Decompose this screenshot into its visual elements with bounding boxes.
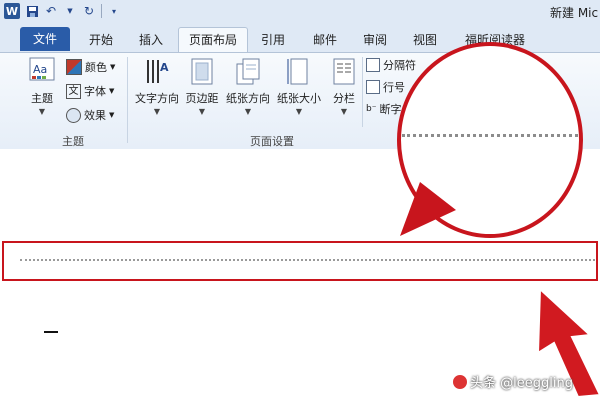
page-size-icon	[286, 57, 312, 87]
save-icon[interactable]	[25, 4, 39, 18]
header-dotted-line[interactable]	[20, 259, 595, 261]
themes-icon: Aa	[29, 57, 55, 87]
fonts-button[interactable]: 文 字体 ▼	[66, 83, 114, 99]
text-cursor	[44, 331, 58, 333]
svg-text:A: A	[160, 61, 169, 74]
tab-home[interactable]: 开始	[84, 29, 118, 51]
font-icon: 文	[66, 83, 81, 99]
group-divider	[362, 57, 363, 127]
effects-label: 效果	[84, 109, 106, 122]
page-break-icon	[366, 58, 380, 72]
line-numbers-button[interactable]: 行号	[366, 79, 405, 95]
breaks-button[interactable]: 分隔符	[366, 57, 416, 73]
fonts-label: 字体	[84, 85, 106, 98]
chevron-down-icon: ▼	[38, 107, 46, 116]
tab-review[interactable]: 审阅	[358, 29, 392, 51]
tab-references[interactable]: 引用	[256, 29, 290, 51]
quick-access-toolbar: W ↶ ▼ ↻ ▾	[4, 3, 121, 19]
watermark-text: 头条 @leeggling	[470, 376, 573, 391]
chevron-down-icon[interactable]: ▼	[63, 4, 77, 18]
header-highlight-box	[2, 241, 598, 281]
hyphenation-label: 断字	[379, 103, 402, 116]
watermark-logo-icon	[452, 374, 468, 390]
margins-button[interactable]: 页边距 ▼	[182, 57, 222, 116]
chevron-down-icon: ▼	[109, 87, 115, 95]
themes-button[interactable]: Aa 主题 ▼	[22, 57, 62, 116]
chevron-down-icon: ▼	[295, 107, 303, 116]
margins-label: 页边距	[185, 92, 219, 105]
title-bar: W ↶ ▼ ↻ ▾ 新建 Mic	[0, 0, 600, 25]
columns-label: 分栏	[333, 92, 355, 105]
orientation-button[interactable]: 纸张方向 ▼	[223, 57, 273, 116]
color-palette-icon	[66, 59, 82, 75]
page-size-button[interactable]: 纸张大小 ▼	[274, 57, 324, 116]
chevron-down-icon: ▼	[340, 107, 348, 116]
window-title: 新建 Mic	[550, 6, 599, 20]
text-direction-label: 文字方向	[135, 92, 179, 105]
magnified-dotted-line	[402, 134, 578, 137]
tab-page-layout[interactable]: 页面布局	[178, 27, 248, 53]
colors-label: 颜色	[85, 61, 107, 74]
breaks-label: 分隔符	[383, 59, 416, 72]
group-divider	[127, 57, 128, 143]
group-label-themes: 主题	[62, 135, 84, 148]
chevron-down-icon: ▼	[198, 107, 206, 116]
svg-text:Aa: Aa	[33, 63, 47, 76]
page-size-label: 纸张大小	[277, 92, 321, 105]
line-numbers-label: 行号	[383, 81, 405, 94]
effects-icon	[66, 107, 81, 123]
hyphenation-button[interactable]: b⁻ 断字	[366, 101, 401, 117]
chevron-down-icon: ▼	[153, 107, 161, 116]
callout-pointer-icon	[400, 182, 456, 236]
margins-icon	[189, 57, 215, 87]
chevron-down-icon: ▼	[244, 107, 252, 116]
orientation-icon	[235, 57, 261, 87]
orientation-label: 纸张方向	[226, 92, 270, 105]
text-direction-icon: A	[144, 57, 170, 87]
tab-file[interactable]: 文件	[20, 27, 70, 51]
tab-mailings[interactable]: 邮件	[308, 29, 342, 51]
chevron-down-icon: ▼	[110, 63, 116, 71]
effects-button[interactable]: 效果 ▼	[66, 107, 114, 123]
word-app-icon[interactable]: W	[4, 3, 20, 19]
undo-icon[interactable]: ↶	[44, 4, 58, 18]
tab-view[interactable]: 视图	[408, 29, 442, 51]
tab-insert[interactable]: 插入	[134, 29, 168, 51]
group-label-page-setup: 页面设置	[250, 135, 294, 148]
columns-button[interactable]: 分栏 ▼	[328, 57, 360, 116]
customize-toolbar-icon[interactable]: ▾	[107, 4, 121, 18]
themes-label: 主题	[31, 92, 53, 105]
redo-icon[interactable]: ↻	[82, 4, 96, 18]
columns-icon	[331, 57, 357, 87]
line-numbers-icon	[366, 80, 380, 94]
chevron-down-icon: ▼	[109, 111, 115, 119]
colors-button[interactable]: 颜色 ▼	[66, 59, 115, 75]
text-direction-button[interactable]: A 文字方向 ▼	[131, 57, 183, 116]
hyphenation-icon: b⁻	[366, 104, 377, 114]
toolbar-divider	[101, 4, 102, 18]
